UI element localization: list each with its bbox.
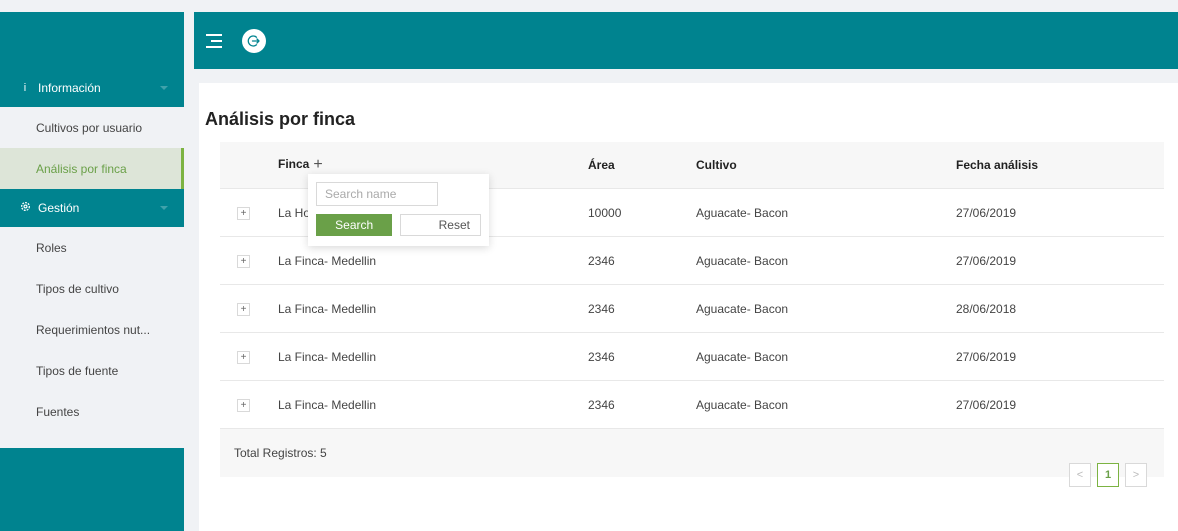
cell-finca: La Finca- Medellin bbox=[278, 349, 377, 364]
cell-cultivo: Aguacate- Bacon bbox=[696, 301, 789, 316]
reset-button[interactable]: Reset bbox=[400, 214, 481, 236]
sidebar-item-tipos-de-fuente[interactable]: Tipos de fuente bbox=[0, 350, 184, 391]
gear-icon bbox=[18, 201, 32, 215]
cell-area: 2346 bbox=[588, 253, 615, 268]
cell-cultivo: Aguacate- Bacon bbox=[696, 349, 789, 364]
cell-area: 2346 bbox=[588, 397, 615, 412]
sidebar: i Información Cultivos por usuario Análi… bbox=[0, 12, 184, 531]
sidebar-item-fuentes[interactable]: Fuentes bbox=[0, 391, 184, 432]
sidebar-group-gestion[interactable]: Gestión bbox=[0, 189, 184, 227]
search-button[interactable]: Search bbox=[316, 214, 393, 236]
cell-fecha: 27/06/2019 bbox=[956, 397, 1017, 412]
cell-fecha: 28/06/2018 bbox=[956, 301, 1017, 316]
filter-dropdown: Search Reset bbox=[308, 174, 489, 246]
sidebar-item-cultivos-por-usuario[interactable]: Cultivos por usuario bbox=[0, 107, 184, 148]
logout-icon[interactable] bbox=[242, 28, 266, 53]
column-header-label: Finca bbox=[278, 157, 310, 171]
cell-area: 10000 bbox=[588, 205, 622, 220]
cell-fecha: 27/06/2019 bbox=[956, 253, 1017, 268]
sidebar-item-label: Cultivos por usuario bbox=[36, 120, 143, 135]
cell-cultivo: Aguacate- Bacon bbox=[696, 253, 789, 268]
info-icon: i bbox=[23, 82, 27, 94]
table-row: + La Finca- Medellin 2346 Aguacate- Baco… bbox=[220, 285, 1164, 333]
cell-area: 2346 bbox=[588, 349, 615, 364]
sidebar-group-label: Gestión bbox=[38, 201, 80, 215]
chevron-down-icon bbox=[160, 86, 168, 90]
search-input[interactable] bbox=[316, 182, 438, 206]
table-row: + La Finca- Medellin 2346 Aguacate- Baco… bbox=[220, 333, 1164, 381]
total-records: Total Registros: 5 bbox=[234, 446, 327, 460]
cell-fecha: 27/06/2019 bbox=[956, 349, 1017, 364]
column-header-area: Área bbox=[588, 158, 615, 172]
sidebar-group-informacion[interactable]: i Información bbox=[0, 69, 184, 107]
expand-row-icon[interactable]: + bbox=[237, 207, 250, 221]
sidebar-footer bbox=[0, 448, 184, 531]
table-row: + La Finca- Medellin 2346 Aguacate- Baco… bbox=[220, 381, 1164, 429]
expand-row-icon[interactable]: + bbox=[237, 351, 250, 365]
column-header-fecha: Fecha análisis bbox=[956, 158, 1039, 172]
expand-row-icon[interactable]: + bbox=[237, 303, 250, 317]
column-header-cultivo: Cultivo bbox=[696, 158, 737, 172]
cell-area: 2346 bbox=[588, 301, 615, 316]
sidebar-item-label: Roles bbox=[36, 240, 67, 255]
main-content: Análisis por finca Finca + Área Cultivo F… bbox=[199, 83, 1178, 531]
top-header bbox=[194, 12, 1178, 69]
expand-row-icon[interactable]: + bbox=[237, 255, 250, 269]
cell-cultivo: Aguacate- Bacon bbox=[696, 205, 789, 220]
page-title: Análisis por finca bbox=[205, 109, 356, 129]
sidebar-logo-area bbox=[0, 12, 184, 69]
next-page-button[interactable]: > bbox=[1125, 463, 1147, 487]
sidebar-item-label: Fuentes bbox=[36, 404, 80, 419]
cell-finca: La Finca- Medellin bbox=[278, 397, 377, 412]
menu-fold-icon[interactable] bbox=[206, 33, 222, 48]
sidebar-item-requerimientos[interactable]: Requerimientos nut... bbox=[0, 309, 184, 350]
sidebar-item-roles[interactable]: Roles bbox=[0, 227, 184, 268]
page-button-current[interactable]: 1 bbox=[1097, 463, 1119, 487]
filter-icon[interactable]: + bbox=[313, 156, 322, 173]
chevron-down-icon bbox=[160, 206, 168, 210]
prev-page-button[interactable]: < bbox=[1069, 463, 1091, 487]
sidebar-item-label: Tipos de fuente bbox=[36, 363, 119, 378]
cell-fecha: 27/06/2019 bbox=[956, 205, 1017, 220]
expand-row-icon[interactable]: + bbox=[237, 399, 250, 413]
pagination: < 1 > bbox=[1069, 463, 1153, 487]
sidebar-item-label: Tipos de cultivo bbox=[36, 281, 119, 296]
sidebar-item-label: Análisis por finca bbox=[36, 161, 127, 176]
table-footer: Total Registros: 5 bbox=[220, 429, 1164, 477]
cell-cultivo: Aguacate- Bacon bbox=[696, 397, 789, 412]
sidebar-item-tipos-de-cultivo[interactable]: Tipos de cultivo bbox=[0, 268, 184, 309]
cell-finca: La Finca- Medellin bbox=[278, 253, 377, 268]
sidebar-item-label: Requerimientos nut... bbox=[36, 322, 151, 337]
sidebar-item-analisis-por-finca[interactable]: Análisis por finca bbox=[0, 148, 184, 189]
cell-finca: La Finca- Medellin bbox=[278, 301, 377, 316]
sidebar-group-label: Información bbox=[38, 81, 101, 95]
column-header-finca: Finca + bbox=[278, 156, 588, 174]
